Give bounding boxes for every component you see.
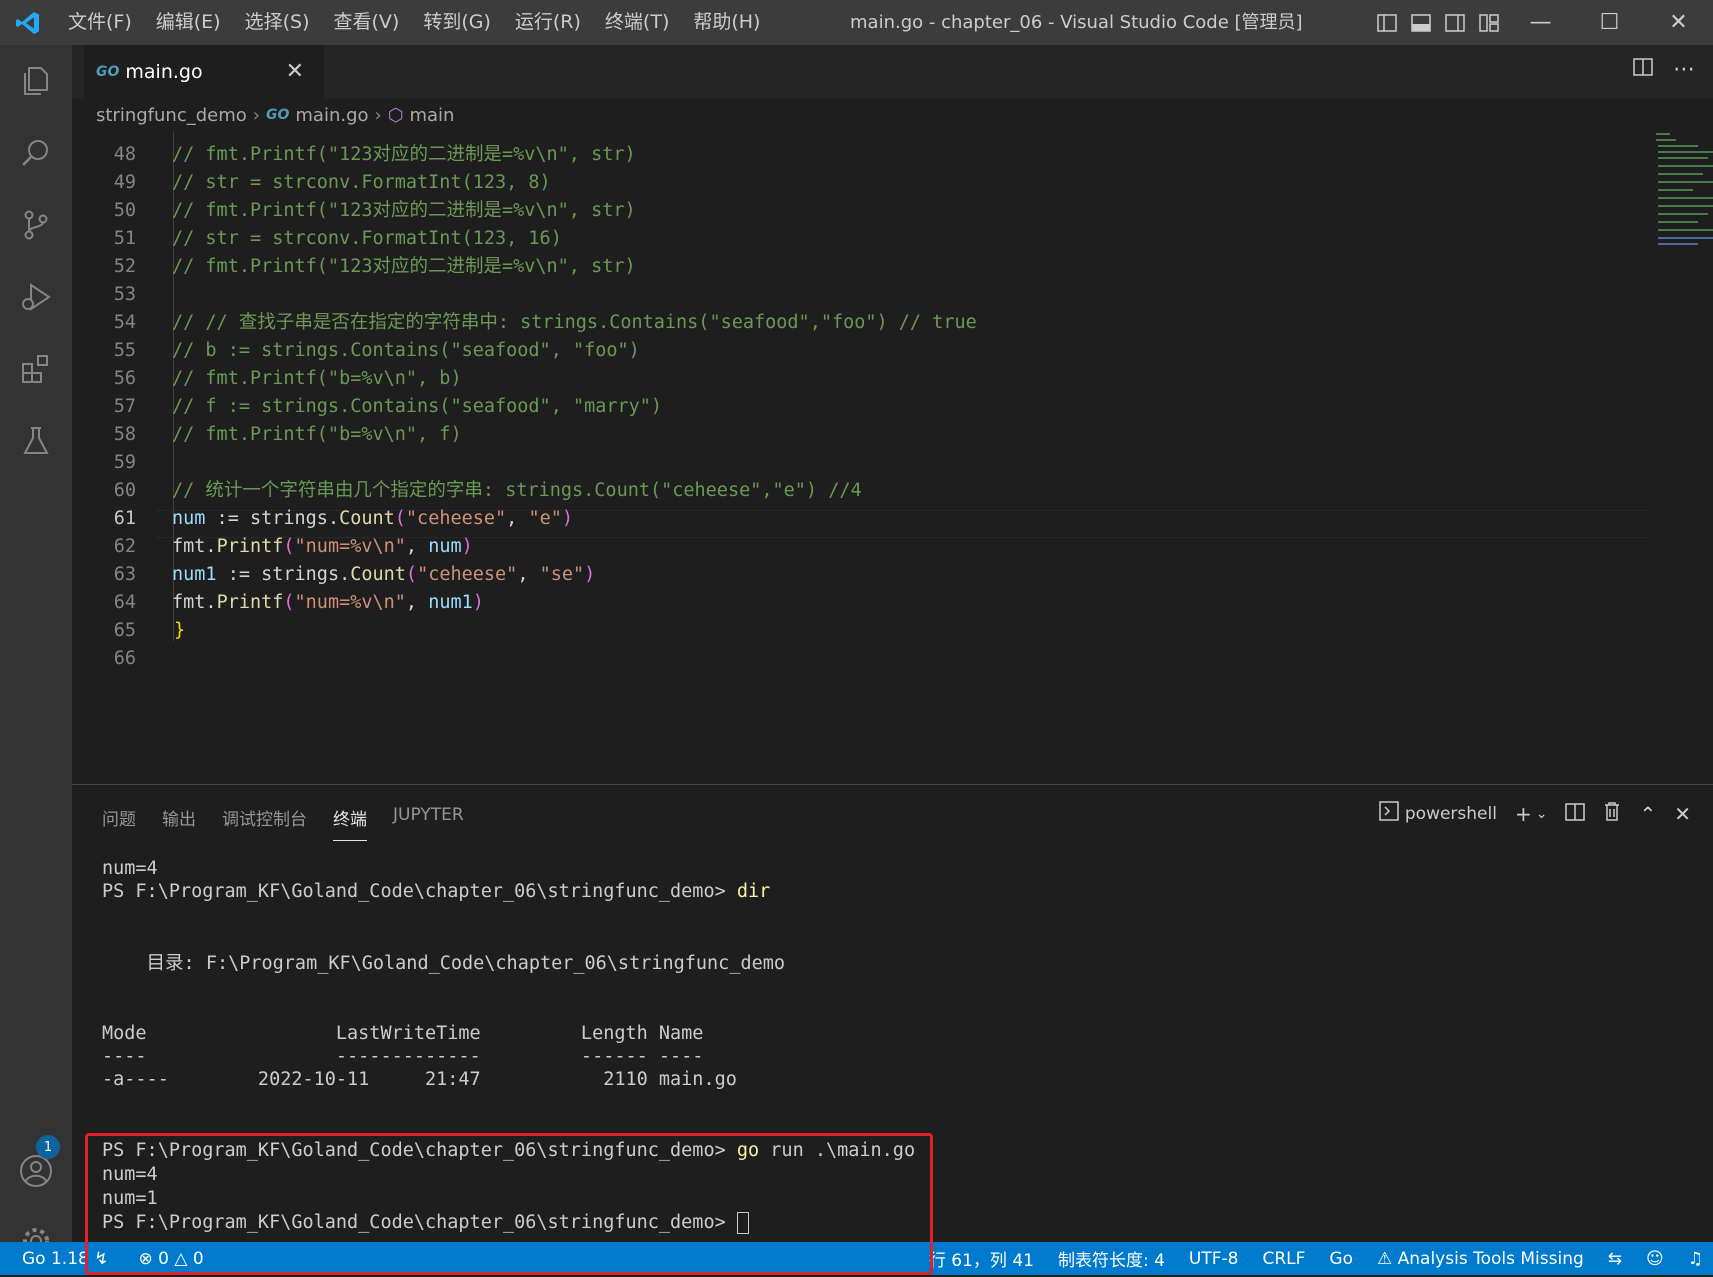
terminal-output[interactable]: num=4 PS F:\Program_KF\Goland_Code\chapt… — [102, 857, 915, 1234]
editor-actions: ⋯ — [1633, 57, 1695, 82]
code-line: 52// fmt.Printf("123对应的二进制是=%v\n", str) — [113, 256, 636, 277]
window-title: main.go - chapter_06 - Visual Studio Cod… — [850, 12, 1303, 33]
feedback-icon[interactable]: ☺ — [1646, 1249, 1664, 1269]
customize-layout-icon[interactable] — [1472, 0, 1506, 45]
terminal-shell-name[interactable]: powershell — [1405, 804, 1497, 824]
encoding[interactable]: UTF-8 — [1189, 1249, 1239, 1269]
title-bar: 文件(F) 编辑(E) 选择(S) 查看(V) 转到(G) 运行(R) 终端(T… — [0, 0, 1713, 45]
menu-run[interactable]: 运行(R) — [503, 0, 593, 45]
run-debug-icon[interactable] — [0, 261, 72, 333]
chevron-right-icon: › — [252, 104, 260, 126]
toggle-panel-icon[interactable] — [1404, 0, 1438, 45]
explorer-icon[interactable] — [0, 45, 72, 117]
breadcrumb: stringfunc_demo › GO main.go › ⬡ main — [72, 99, 1713, 131]
terminal-line: ---- ------------- ------ ---- — [102, 1046, 704, 1067]
minimize-icon[interactable]: — — [1506, 0, 1575, 45]
tab-main-go[interactable]: GO main.go ✕ — [84, 45, 324, 99]
close-window-icon[interactable]: ✕ — [1644, 0, 1713, 45]
analysis-tools-status[interactable]: ⚠ Analysis Tools Missing — [1377, 1249, 1584, 1269]
code-line: 51// str = strconv.FormatInt(123, 16) — [113, 228, 562, 249]
menu-go[interactable]: 转到(G) — [411, 0, 503, 45]
tab-problems[interactable]: 问题 — [102, 805, 136, 841]
extensions-icon[interactable] — [0, 333, 72, 405]
terminal-icon — [1379, 801, 1399, 826]
accounts-badge: 1 — [36, 1135, 60, 1159]
terminal-line: -a---- 2022-10-11 21:47 2110 main.go — [102, 1069, 737, 1090]
breadcrumb-file[interactable]: main.go — [295, 105, 368, 126]
sync-icon[interactable]: ⇆ — [1608, 1249, 1622, 1269]
go-file-icon: GO — [96, 64, 120, 80]
tab-debug-console[interactable]: 调试控制台 — [222, 805, 307, 841]
end-of-line[interactable]: CRLF — [1262, 1249, 1305, 1269]
code-line: 55// b := strings.Contains("seafood", "f… — [113, 340, 640, 361]
code-line: 63 num1 := strings.Count("ceheese", "se") — [113, 564, 596, 585]
toggle-secondary-sidebar-icon[interactable] — [1438, 0, 1472, 45]
warning-icon: ⚠ — [1376, 1248, 1393, 1269]
code-line: 56// fmt.Printf("b=%v\n", b) — [113, 368, 462, 389]
code-line: 59 — [113, 452, 136, 473]
chevron-up-icon[interactable]: ⌃ — [1639, 802, 1656, 826]
tab-size[interactable]: 制表符长度: 4 — [1058, 1246, 1165, 1271]
code-line: 50// fmt.Printf("123对应的二进制是=%v\n", str) — [113, 200, 636, 221]
activity-bar — [0, 45, 72, 1254]
testing-flask-icon[interactable] — [0, 405, 72, 477]
editor-tab-bar: GO main.go ✕ ⋯ — [72, 45, 1713, 99]
notifications-bell-icon[interactable]: ♫ — [1688, 1249, 1703, 1269]
more-actions-icon[interactable]: ⋯ — [1673, 57, 1695, 82]
source-control-icon[interactable] — [0, 189, 72, 261]
window-controls: — ☐ ✕ — [1370, 0, 1713, 45]
breadcrumb-folder[interactable]: stringfunc_demo — [96, 105, 247, 126]
close-panel-icon[interactable]: ✕ — [1674, 802, 1691, 826]
code-line: 62 fmt.Printf("num=%v\n", num) — [113, 536, 473, 557]
terminal-line: 目录: F:\Program_KF\Goland_Code\chapter_06… — [102, 953, 786, 974]
code-line-current: 61 num := strings.Count("ceheese", "e") — [113, 508, 574, 529]
go-file-icon: GO — [265, 107, 290, 123]
menu-terminal[interactable]: 终端(T) — [593, 0, 681, 45]
split-terminal-icon[interactable] — [1565, 802, 1586, 826]
breadcrumb-symbol[interactable]: main — [409, 105, 454, 126]
menu-view[interactable]: 查看(V) — [322, 0, 412, 45]
terminal-line: num=4 — [102, 858, 158, 879]
symbol-method-icon: ⬡ — [387, 104, 404, 126]
vscode-logo-icon — [0, 0, 56, 45]
tab-terminal[interactable]: 终端 — [333, 805, 367, 841]
trash-icon[interactable] — [1603, 801, 1621, 826]
menu-bar: 文件(F) 编辑(E) 选择(S) 查看(V) 转到(G) 运行(R) 终端(T… — [56, 0, 772, 45]
chevron-right-icon: › — [374, 104, 382, 126]
code-line: 57// f := strings.Contains("seafood", "m… — [113, 396, 663, 417]
code-line: 58// fmt.Printf("b=%v\n", f) — [113, 424, 462, 445]
menu-selection[interactable]: 选择(S) — [233, 0, 322, 45]
menu-file[interactable]: 文件(F) — [56, 0, 144, 45]
terminal-line: Mode LastWriteTime Length Name — [102, 1023, 704, 1044]
cursor-position[interactable]: 行 61，列 41 — [929, 1246, 1034, 1271]
chevron-down-icon[interactable]: ⌄ — [1536, 806, 1548, 822]
language-mode[interactable]: Go — [1329, 1249, 1353, 1269]
code-line: 49// str = strconv.FormatInt(123, 8) — [113, 172, 551, 193]
maximize-icon[interactable]: ☐ — [1575, 0, 1644, 45]
minimap[interactable] — [1652, 131, 1713, 261]
tab-label: main.go — [125, 61, 203, 83]
new-terminal-plus-icon[interactable]: + — [1515, 802, 1532, 826]
code-line: 48// fmt.Printf("123对应的二进制是=%v\n", str) — [113, 144, 636, 165]
code-editor[interactable]: 48// fmt.Printf("123对应的二进制是=%v\n", str) … — [72, 131, 1713, 784]
status-right: 行 61，列 41 制表符长度: 4 UTF-8 CRLF Go ⚠ Analy… — [929, 1246, 1703, 1272]
menu-help[interactable]: 帮助(H) — [681, 0, 772, 45]
panel-tabs: 问题 输出 调试控制台 终端 JUPYTER — [102, 805, 464, 841]
toggle-sidebar-icon[interactable] — [1370, 0, 1404, 45]
terminal-line: PS F:\Program_KF\Goland_Code\chapter_06\… — [102, 881, 771, 902]
code-line: 60// 统计一个字符串由几个指定的字串: strings.Count("ceh… — [113, 480, 862, 501]
tab-jupyter[interactable]: JUPYTER — [393, 805, 464, 841]
code-line: 64 fmt.Printf("num=%v\n", num1) — [113, 592, 484, 613]
highlight-box — [85, 1133, 933, 1275]
tab-output[interactable]: 输出 — [162, 805, 196, 841]
code-line: 54// // 查找子串是否在指定的字符串中: strings.Contains… — [113, 312, 977, 333]
split-editor-icon[interactable] — [1633, 57, 1653, 82]
code-line: 65} — [113, 620, 186, 641]
panel-actions: powershell + ⌄ ⌃ ✕ — [1379, 801, 1691, 826]
search-icon[interactable] — [0, 117, 72, 189]
tab-close-icon[interactable]: ✕ — [286, 59, 304, 84]
code-line: 66 — [113, 648, 136, 669]
menu-edit[interactable]: 编辑(E) — [144, 0, 233, 45]
code-line: 53 — [113, 284, 136, 305]
